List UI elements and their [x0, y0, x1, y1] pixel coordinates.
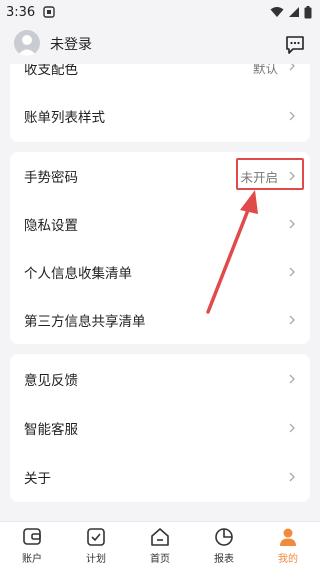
feedback-row[interactable]: 意见反馈 — [10, 354, 310, 404]
chevron-right-icon — [289, 315, 295, 325]
android-notification-icon — [43, 6, 55, 18]
tab-plan-label: 计划 — [86, 553, 106, 565]
personal-info-list-row[interactable]: 个人信息收集清单 — [10, 248, 310, 296]
tab-account[interactable]: 账户 — [7, 526, 57, 565]
signal-icon — [289, 7, 299, 17]
third-party-sharing-row[interactable]: 第三方信息共享清单 — [10, 296, 310, 344]
about-label: 关于 — [24, 471, 51, 487]
privacy-settings-row[interactable]: 隐私设置 — [10, 200, 310, 248]
tab-report-label: 报表 — [214, 553, 234, 565]
annotation-highlight-box — [236, 158, 304, 190]
feedback-label: 意见反馈 — [24, 373, 78, 389]
status-bar: 3:36 — [0, 0, 320, 24]
chevron-right-icon — [289, 423, 295, 433]
battery-icon — [304, 5, 312, 18]
gesture-password-label: 手势密码 — [24, 170, 78, 186]
tab-mine-label: 我的 — [278, 553, 298, 565]
smart-service-label: 智能客服 — [24, 422, 78, 438]
pie-icon — [215, 527, 233, 546]
person-icon — [280, 528, 296, 546]
chevron-right-icon — [289, 64, 295, 71]
checklist-icon — [87, 527, 105, 546]
bottom-tab-bar: 账户 计划 首页 报表 我的 — [0, 521, 320, 568]
personal-info-list-label: 个人信息收集清单 — [24, 266, 132, 282]
support-card: 意见反馈 智能客服 关于 — [10, 354, 310, 502]
login-status[interactable]: 未登录 — [50, 34, 92, 54]
home-icon — [151, 527, 169, 546]
third-party-sharing-label: 第三方信息共享清单 — [24, 314, 146, 330]
color-scheme-value: 默认 — [252, 64, 278, 76]
color-scheme-row[interactable]: 收支配色 默认 — [10, 64, 310, 90]
wallet-icon — [23, 527, 41, 545]
color-scheme-label: 收支配色 — [24, 64, 78, 78]
profile-header: 未登录 — [0, 24, 320, 64]
default-avatar-icon — [17, 35, 37, 56]
bill-list-style-row[interactable]: 账单列表样式 — [10, 90, 310, 142]
tab-report[interactable]: 报表 — [199, 526, 249, 565]
tab-home[interactable]: 首页 — [135, 526, 185, 565]
bill-list-style-label: 账单列表样式 — [24, 110, 105, 126]
smart-service-row[interactable]: 智能客服 — [10, 404, 310, 452]
chevron-right-icon — [289, 374, 295, 384]
chevron-right-icon — [289, 267, 295, 277]
chevron-right-icon — [289, 111, 295, 121]
tab-plan[interactable]: 计划 — [71, 526, 121, 565]
tab-mine[interactable]: 我的 — [263, 526, 313, 565]
status-time: 3:36 — [6, 4, 36, 20]
privacy-settings-label: 隐私设置 — [24, 218, 78, 234]
message-icon[interactable] — [284, 34, 306, 56]
wifi-icon — [270, 7, 284, 17]
tab-home-label: 首页 — [150, 553, 170, 565]
display-settings-card: 收支配色 默认 账单列表样式 — [10, 64, 310, 142]
about-row[interactable]: 关于 — [10, 452, 310, 502]
avatar[interactable] — [14, 30, 40, 56]
chevron-right-icon — [289, 219, 295, 229]
tab-account-label: 账户 — [22, 553, 42, 565]
chevron-right-icon — [289, 472, 295, 482]
